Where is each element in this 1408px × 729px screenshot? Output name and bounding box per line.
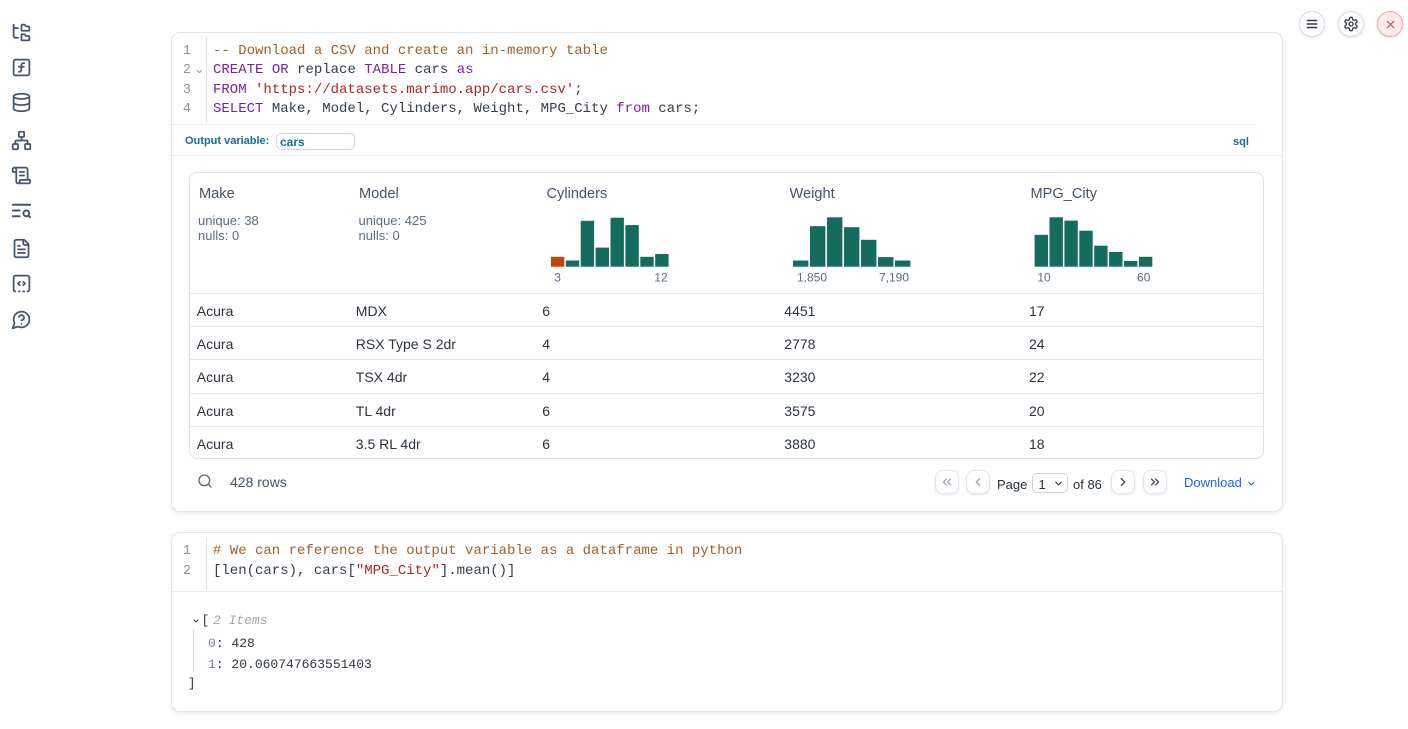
- svg-text:12: 12: [654, 271, 668, 285]
- svg-text:7,190: 7,190: [879, 271, 909, 285]
- svg-text:10: 10: [1037, 271, 1051, 285]
- svg-text:1,850: 1,850: [797, 271, 827, 285]
- svg-text:3: 3: [554, 271, 561, 285]
- svg-text:60: 60: [1137, 271, 1151, 285]
